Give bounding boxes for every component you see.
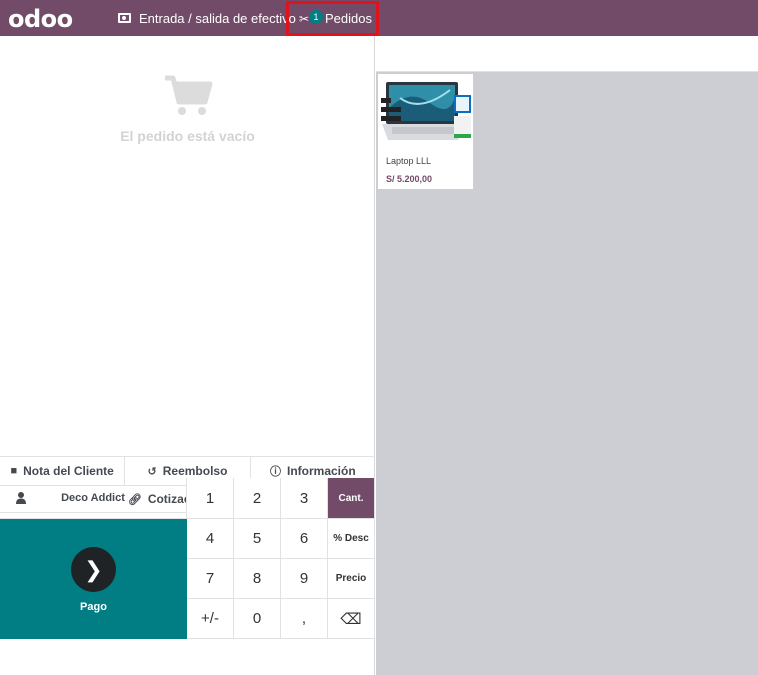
refund-label: Reembolso — [162, 464, 228, 478]
orders-label: Pedidos — [325, 11, 372, 26]
numpad-mode-discount[interactable]: % Desc — [328, 519, 375, 559]
orders-button[interactable]: ✂ 1 Pedidos — [286, 1, 379, 36]
numpad-key-8[interactable]: 8 — [234, 559, 281, 599]
customer-name: Deco Addict — [61, 492, 125, 504]
numpad-key-5[interactable]: 5 — [234, 519, 281, 559]
shopping-cart-icon — [164, 75, 212, 115]
product-name: Laptop LLL — [386, 156, 432, 166]
numpad-key-9[interactable]: 9 — [281, 559, 328, 599]
numpad-key-3[interactable]: 3 — [281, 478, 328, 519]
cash-in-out-label: Entrada / salida de efectivo — [139, 10, 296, 26]
orders-count-badge: 1 — [309, 10, 323, 24]
info-icon: ⓘ — [269, 466, 281, 478]
customer-note-label: Nota del Cliente — [23, 464, 114, 478]
note-icon: ■ — [10, 465, 18, 477]
numpad-key-6[interactable]: 6 — [281, 519, 328, 559]
money-icon — [118, 13, 131, 23]
product-card[interactable]: Laptop LLL S/ 5.200,00 — [378, 74, 473, 189]
numpad: 1 2 3 Cant. 4 5 6 % Desc 7 8 9 Precio +/… — [187, 478, 375, 639]
numpad-mode-quantity[interactable]: Cant. — [328, 478, 375, 519]
product-price: S/ 5.200,00 — [386, 174, 433, 184]
product-image — [380, 78, 471, 146]
numpad-key-7[interactable]: 7 — [187, 559, 234, 599]
user-icon — [16, 492, 26, 504]
numpad-key-1[interactable]: 1 — [187, 478, 234, 519]
payment-label: Pago — [80, 601, 107, 613]
empty-order: El pedido está vacío — [0, 74, 375, 144]
numpad-key-comma[interactable]: , — [281, 599, 328, 639]
top-bar: odoo Entrada / salida de efectivo ✂ 1 Pe… — [0, 0, 758, 36]
backspace-icon[interactable]: ⌫ — [328, 599, 375, 639]
product-search-bar — [376, 36, 758, 72]
cash-in-out-button[interactable]: Entrada / salida de efectivo — [110, 0, 304, 36]
payment-button[interactable]: ❯ Pago — [0, 519, 187, 639]
customer-button[interactable]: Deco Addict — [0, 478, 187, 519]
numpad-key-0[interactable]: 0 — [234, 599, 281, 639]
chevron-right-icon: ❯ — [71, 547, 116, 592]
numpad-mode-price[interactable]: Precio — [328, 559, 375, 599]
numpad-key-plus-minus[interactable]: +/- — [187, 599, 234, 639]
numpad-key-4[interactable]: 4 — [187, 519, 234, 559]
odoo-logo: odoo — [8, 5, 73, 33]
empty-order-text: El pedido está vacío — [120, 128, 255, 144]
info-label: Información — [286, 464, 356, 478]
numpad-key-2[interactable]: 2 — [234, 478, 281, 519]
undo-icon: ↺ — [147, 465, 157, 478]
